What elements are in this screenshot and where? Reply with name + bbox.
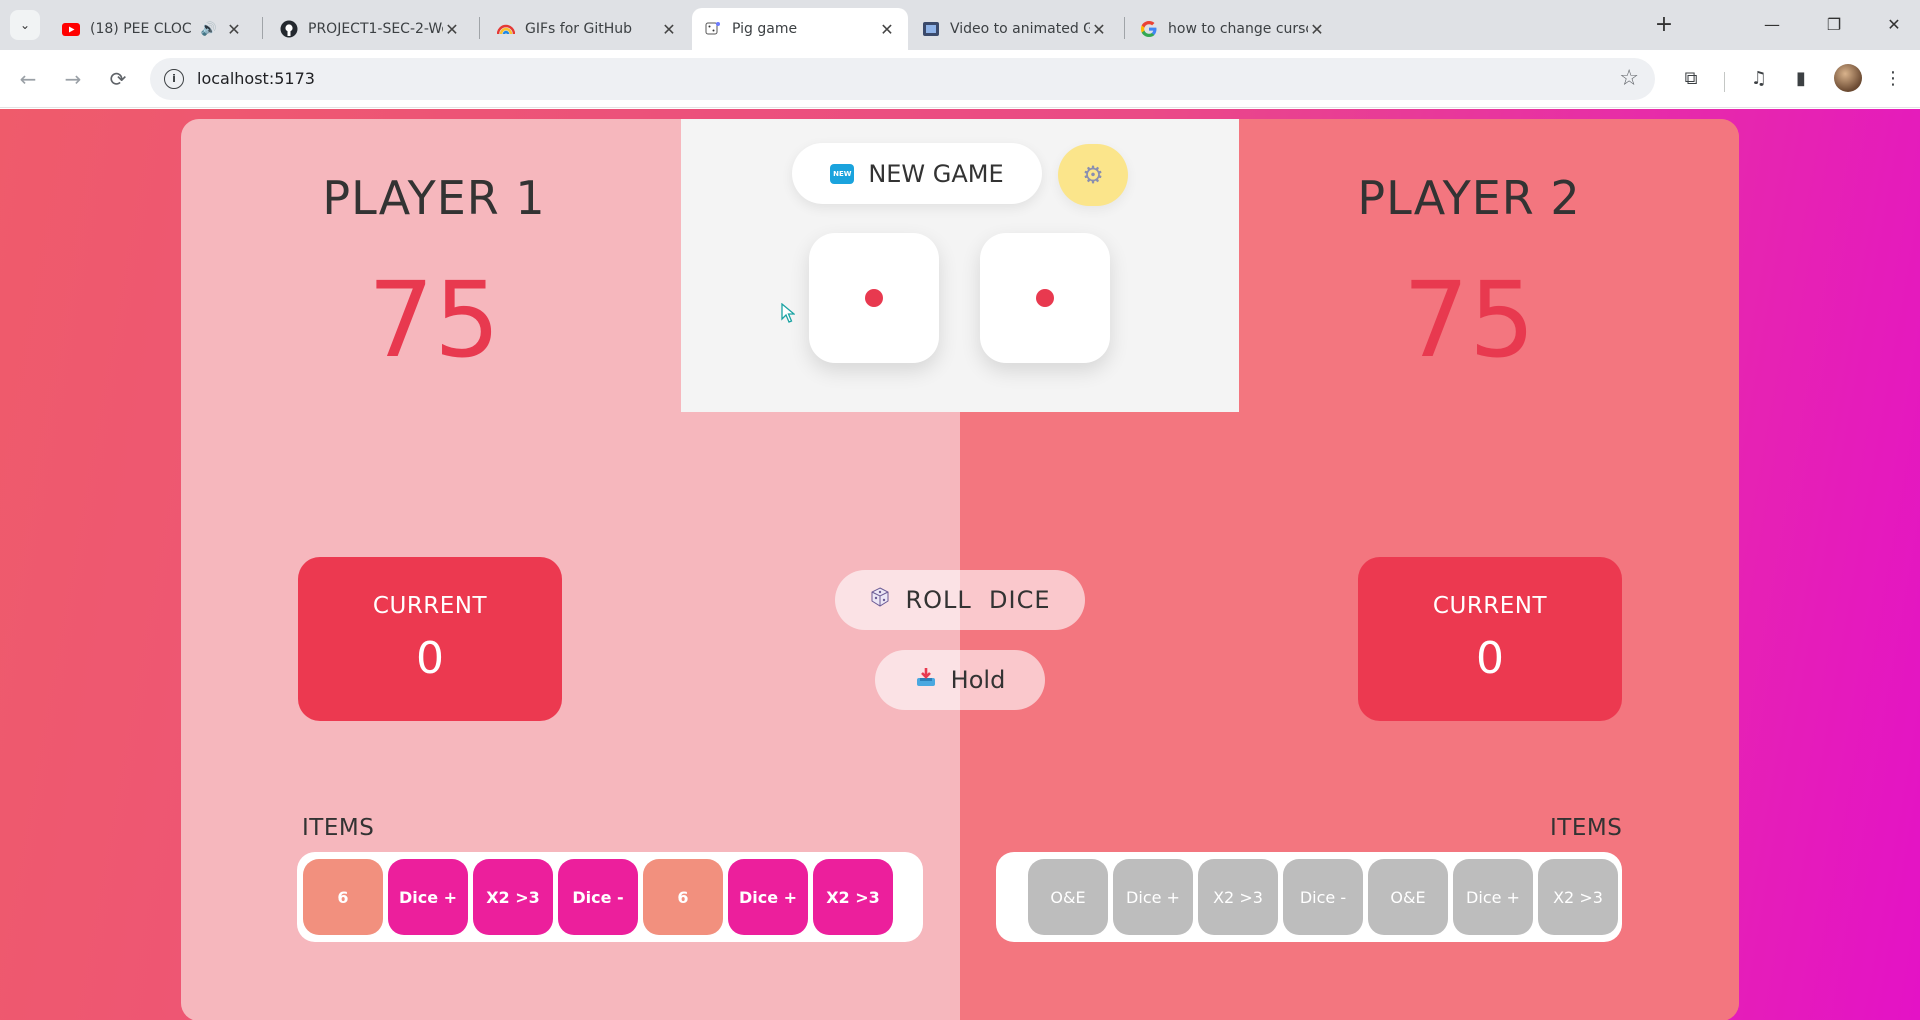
tab-title: Video to animated GIF conv <box>950 21 1090 37</box>
current-label: CURRENT <box>372 593 488 619</box>
url-text[interactable]: localhost:5173 <box>197 69 315 88</box>
settings-button[interactable]: ⚙ <box>1058 144 1128 206</box>
back-arrow-icon[interactable]: ← <box>13 64 43 94</box>
youtube-icon <box>62 20 80 38</box>
tab-strip: ⌄ (18) PEE CLOCK X DIAN 🔊 ✕ PROJECT1-SEC… <box>0 0 1920 50</box>
tab-google-search[interactable]: how to change cursor size ✕ <box>1128 8 1338 50</box>
toolbar-divider <box>1724 72 1725 92</box>
die-1 <box>809 233 939 363</box>
bookmark-star-icon[interactable]: ☆ <box>1619 66 1639 91</box>
player-1-items-tray: 6 Dice + X2 >3 Dice - 6 Dice + X2 >3 <box>297 852 923 942</box>
google-icon <box>1140 20 1158 38</box>
player-2-name: PLAYER 2 <box>1357 171 1581 225</box>
hold-button[interactable]: Hold <box>875 650 1045 710</box>
tab-title: Pig game <box>732 21 798 37</box>
tab-title: PROJECT1-SEC-2-Work-Life <box>308 21 443 37</box>
more-menu-icon[interactable]: ⋮ <box>1878 64 1908 94</box>
reload-icon[interactable]: ⟳ <box>103 64 133 94</box>
new-badge-icon: NEW <box>830 163 855 184</box>
side-panel-icon[interactable]: ▮ <box>1786 64 1816 94</box>
tab-youtube[interactable]: (18) PEE CLOCK X DIAN 🔊 ✕ <box>50 8 255 50</box>
roll-dice-button[interactable]: ROLL DICE <box>835 570 1085 630</box>
player-1-items-label: ITEMS <box>302 815 375 841</box>
item-x2[interactable]: X2 >3 <box>473 859 553 935</box>
new-game-label: NEW GAME <box>868 159 1004 188</box>
close-tab-icon[interactable]: ✕ <box>225 20 243 39</box>
player-2-current-score: 0 <box>1476 633 1504 684</box>
item-x2[interactable]: X2 >3 <box>1538 859 1618 935</box>
item-dice-plus[interactable]: Dice + <box>1113 859 1193 935</box>
close-tab-icon[interactable]: ✕ <box>660 20 678 39</box>
page-background: PLAYER 1 75 CURRENT 0 ITEMS 6 Dice + X2 … <box>0 109 1920 1020</box>
player-1-current-box: CURRENT 0 <box>298 557 562 721</box>
roll-dice-label: ROLL DICE <box>905 586 1051 614</box>
player-2-items-label: ITEMS <box>1550 815 1623 841</box>
close-window-icon[interactable]: ✕ <box>1874 10 1914 40</box>
item-six[interactable]: 6 <box>643 859 723 935</box>
player-2-total-score: 75 <box>1402 259 1536 381</box>
minimize-icon[interactable]: — <box>1752 10 1792 40</box>
die-pip <box>865 289 883 307</box>
item-dice-plus[interactable]: Dice + <box>728 859 808 935</box>
inbox-tray-icon <box>915 666 937 694</box>
tab-divider <box>479 17 480 39</box>
profile-avatar[interactable] <box>1834 64 1862 92</box>
rainbow-icon <box>497 20 515 38</box>
item-x2[interactable]: X2 >3 <box>813 859 893 935</box>
item-dice-plus[interactable]: Dice + <box>388 859 468 935</box>
close-tab-icon[interactable]: ✕ <box>1090 20 1108 39</box>
item-odd-even[interactable]: O&E <box>1028 859 1108 935</box>
close-tab-icon[interactable]: ✕ <box>443 20 461 39</box>
media-controls-icon[interactable]: ♫ <box>1744 64 1774 94</box>
film-icon <box>922 20 940 38</box>
close-tab-icon[interactable]: ✕ <box>878 20 896 39</box>
die-2 <box>980 233 1110 363</box>
site-info-icon[interactable]: i <box>164 69 184 89</box>
dice-icon <box>869 586 891 614</box>
close-tab-icon[interactable]: ✕ <box>1308 20 1326 39</box>
item-x2[interactable]: X2 >3 <box>1198 859 1278 935</box>
item-odd-even[interactable]: O&E <box>1368 859 1448 935</box>
new-tab-plus-icon[interactable]: + <box>1650 12 1678 40</box>
item-dice-plus[interactable]: Dice + <box>1453 859 1533 935</box>
player-1-total-score: 75 <box>367 259 501 381</box>
tab-title: (18) PEE CLOCK X DIAN <box>90 21 193 37</box>
player-1-name: PLAYER 1 <box>322 171 546 225</box>
pig-favicon-icon <box>704 20 722 38</box>
hold-label: Hold <box>950 666 1006 694</box>
item-six[interactable]: 6 <box>303 859 383 935</box>
restore-window-icon[interactable]: ❐ <box>1814 10 1854 40</box>
tab-title: how to change cursor size <box>1168 21 1308 37</box>
forward-arrow-icon[interactable]: → <box>58 64 88 94</box>
address-bar[interactable]: i localhost:5173 ☆ <box>150 58 1655 100</box>
tab-gifs-for-github[interactable]: GIFs for GitHub ✕ <box>485 8 690 50</box>
current-label: CURRENT <box>1432 593 1548 619</box>
player-2-items-tray: O&E Dice + X2 >3 Dice - O&E Dice + X2 >3 <box>996 852 1622 942</box>
tab-github[interactable]: PROJECT1-SEC-2-Work-Life ✕ <box>268 8 473 50</box>
speaker-icon[interactable]: 🔊 <box>201 22 217 37</box>
tab-divider <box>1124 17 1125 39</box>
browser-toolbar: ← → ⟳ i localhost:5173 ☆ ⧉ ♫ ▮ ⋮ <box>0 50 1920 108</box>
tab-title: GIFs for GitHub <box>525 21 632 37</box>
player-1-current-score: 0 <box>416 633 444 684</box>
tab-divider <box>262 17 263 39</box>
new-game-button[interactable]: NEW NEW GAME <box>792 143 1042 204</box>
item-dice-minus[interactable]: Dice - <box>1283 859 1363 935</box>
die-pip <box>1036 289 1054 307</box>
player-2-current-box: CURRENT 0 <box>1358 557 1622 721</box>
tab-search-chevron-icon[interactable]: ⌄ <box>10 10 40 40</box>
tab-video-to-gif[interactable]: Video to animated GIF conv ✕ <box>910 8 1120 50</box>
item-dice-minus[interactable]: Dice - <box>558 859 638 935</box>
github-icon <box>280 20 298 38</box>
tab-pig-game[interactable]: Pig game ✕ <box>692 8 908 50</box>
extensions-puzzle-icon[interactable]: ⧉ <box>1676 64 1706 94</box>
gear-icon: ⚙ <box>1082 161 1104 189</box>
